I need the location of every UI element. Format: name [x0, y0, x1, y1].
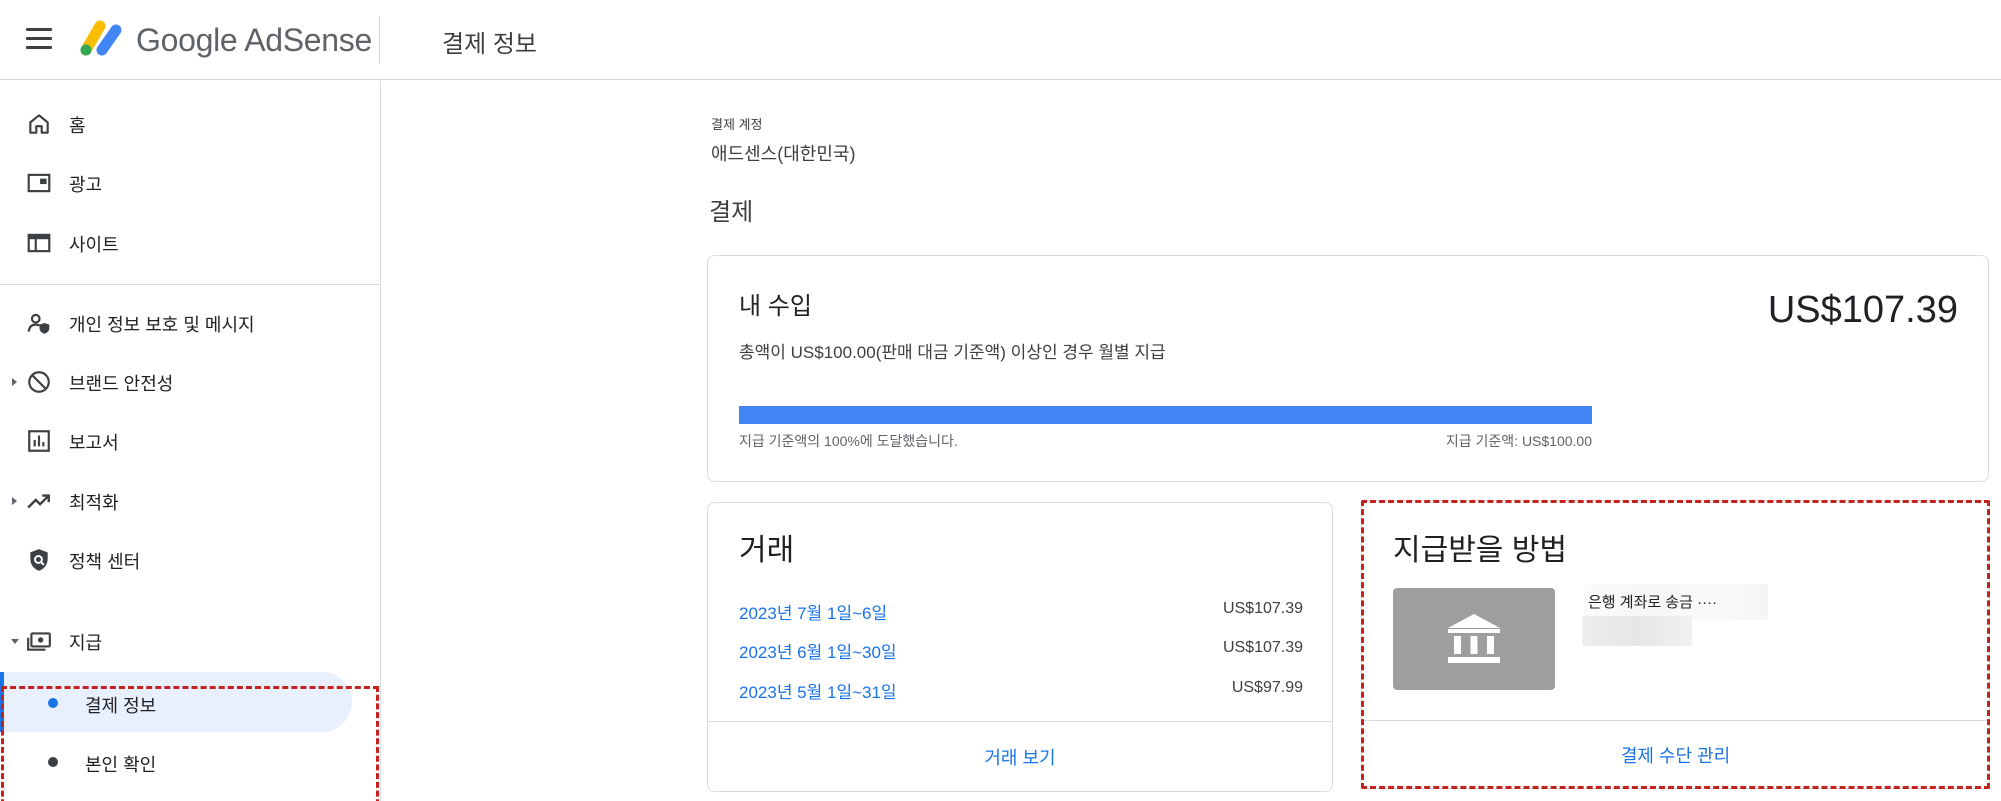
sidebar-item-label: 개인 정보 보호 및 메시지 [69, 315, 255, 335]
sidebar-item-payments[interactable]: 지급 [0, 612, 380, 668]
manage-payment-methods-link[interactable]: 결제 수단 관리 [1362, 742, 1989, 768]
policy-shield-icon [30, 549, 48, 571]
sidebar-divider [0, 284, 380, 285]
transaction-amount: US$107.39 [1222, 600, 1303, 617]
card-divider [1362, 720, 1989, 721]
sidebar-item-privacy[interactable]: 개인 정보 보호 및 메시지 [0, 294, 380, 350]
sidebar-item-home[interactable]: 홈 [0, 95, 380, 151]
page-title: 결제 정보 [442, 31, 537, 58]
sidebar-item-brand-safety[interactable]: 브랜드 안전성 [0, 353, 380, 409]
brand-name: Google AdSense [136, 22, 372, 58]
bullet-icon [48, 698, 58, 708]
privacy-icon [27, 313, 50, 334]
expand-caret-icon[interactable] [12, 497, 17, 505]
threshold-progress-bar [739, 406, 1592, 424]
payments-icon [27, 632, 51, 651]
sidebar-item-policy-center[interactable]: 정책 센터 [0, 531, 380, 587]
sites-icon [27, 233, 51, 253]
sidebar-item-label: 지급 [69, 633, 103, 653]
transaction-row: 2023년 5월 1일~31일 US$97.99 [739, 678, 1303, 702]
billing-account-label: 결제 계정 [711, 117, 763, 132]
active-indicator [0, 672, 4, 732]
redacted-account-number [1582, 616, 1692, 646]
menu-icon[interactable] [26, 28, 52, 50]
transaction-row: 2023년 7월 1일~6일 US$107.39 [739, 599, 1303, 623]
transactions-card: 거래 2023년 7월 1일~6일 US$107.39 2023년 6월 1일~… [707, 502, 1333, 792]
bank-tile [1393, 588, 1555, 690]
payments-section-title: 결제 [709, 199, 754, 226]
expand-caret-icon[interactable] [12, 378, 17, 386]
sidebar-subitem-label: 본인 확인 [85, 755, 157, 775]
transaction-date-link[interactable]: 2023년 6월 1일~30일 [739, 638, 897, 663]
progress-fill [739, 406, 1592, 424]
payout-method-card: 지급받을 방법 은행 계좌로 송금 ···· 결제 수단 관리 [1361, 500, 1990, 789]
block-icon [28, 371, 50, 393]
billing-account-value: 애드센스(대한민국) [711, 144, 856, 164]
transaction-amount: US$97.99 [1231, 679, 1303, 696]
sidebar-item-label: 광고 [69, 175, 103, 195]
sidebar-item-label: 정책 센터 [69, 552, 141, 572]
top-app-bar: Google AdSense 결제 정보 [0, 0, 2001, 80]
adsense-logo-icon [80, 20, 122, 56]
earnings-amount: US$107.39 [1767, 289, 1958, 331]
sidebar-item-label: 사이트 [69, 235, 119, 255]
payout-method-title: 지급받을 방법 [1393, 534, 1567, 567]
bullet-icon [48, 757, 58, 767]
sidebar-subitem-label: 결제 정보 [85, 696, 157, 716]
reports-icon [28, 430, 50, 452]
sidebar-subitem-verification[interactable]: 본인 확인 [0, 731, 352, 791]
earnings-card: 내 수입 US$107.39 총액이 US$100.00(판매 대금 기준액) … [707, 255, 1989, 482]
sidebar-item-label: 최적화 [69, 493, 119, 513]
ads-icon [27, 173, 51, 193]
sidebar-item-reports[interactable]: 보고서 [0, 412, 380, 468]
sidebar: 홈 광고 사이트 개인 정보 보호 및 메시지 브랜드 안전성 보고서 최적화 … [0, 81, 381, 801]
home-icon [29, 114, 49, 134]
collapse-caret-icon[interactable] [11, 639, 19, 644]
card-divider [708, 721, 1332, 722]
transactions-title: 거래 [739, 534, 795, 567]
earnings-description: 총액이 US$100.00(판매 대금 기준액) 이상인 경우 월별 지급 [739, 343, 1166, 362]
sidebar-item-optimization[interactable]: 최적화 [0, 472, 380, 528]
payout-method-name: 은행 계좌로 송금 ···· [1588, 594, 1718, 611]
sidebar-item-label: 브랜드 안전성 [69, 374, 174, 394]
trending-up-icon [27, 494, 50, 509]
earnings-title: 내 수입 [739, 293, 812, 320]
sidebar-item-label: 보고서 [69, 433, 119, 453]
transaction-amount: US$107.39 [1222, 639, 1303, 656]
view-transactions-link[interactable]: 거래 보기 [708, 744, 1332, 770]
sidebar-item-sites[interactable]: 사이트 [0, 214, 380, 270]
transaction-date-link[interactable]: 2023년 7월 1일~6일 [739, 599, 887, 624]
sidebar-item-ads[interactable]: 광고 [0, 154, 380, 210]
header-divider [379, 16, 380, 64]
threshold-amount-text: 지급 기준액: US$100.00 [1445, 433, 1592, 449]
transaction-row: 2023년 6월 1일~30일 US$107.39 [739, 638, 1303, 662]
transaction-date-link[interactable]: 2023년 5월 1일~31일 [739, 678, 897, 703]
sidebar-subitem-payment-info[interactable]: 결제 정보 [0, 672, 352, 732]
sidebar-item-label: 홈 [69, 116, 86, 136]
bank-icon [1448, 614, 1500, 663]
